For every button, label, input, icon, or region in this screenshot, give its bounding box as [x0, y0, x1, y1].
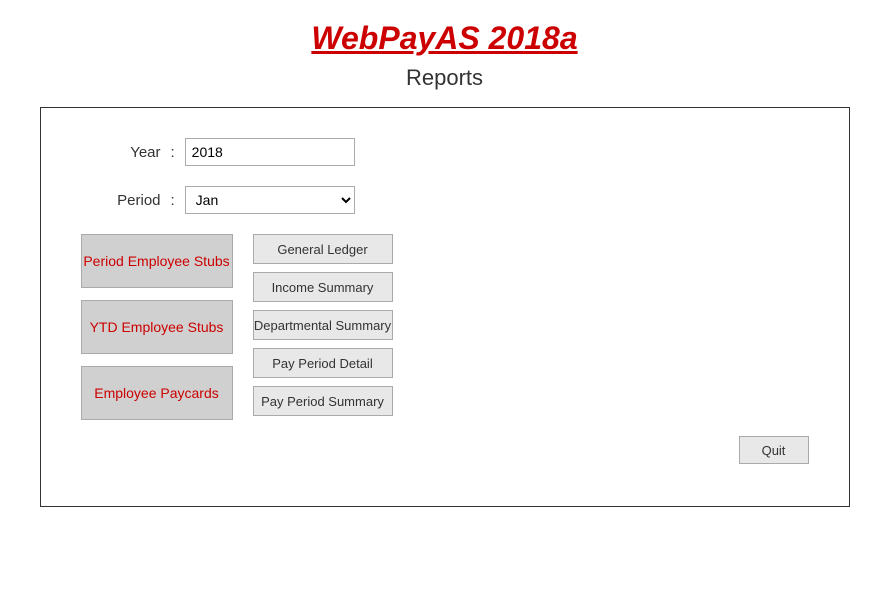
ytd-employee-stubs-button[interactable]: YTD Employee Stubs: [81, 300, 233, 354]
main-container: Year : Period : Jan Feb Mar Apr May Jun …: [40, 107, 850, 507]
general-ledger-button[interactable]: General Ledger: [253, 234, 393, 264]
period-colon: :: [171, 192, 175, 209]
quit-row: Quit: [253, 436, 809, 464]
app-title: WebPayAS 2018a: [311, 20, 577, 57]
period-row: Period : Jan Feb Mar Apr May Jun Jul Aug…: [81, 186, 809, 214]
quit-button[interactable]: Quit: [739, 436, 809, 464]
page-subtitle: Reports: [311, 65, 577, 91]
content-row: Period Employee Stubs YTD Employee Stubs…: [81, 234, 809, 464]
period-employee-stubs-button[interactable]: Period Employee Stubs: [81, 234, 233, 288]
income-summary-button[interactable]: Income Summary: [253, 272, 393, 302]
left-buttons: Period Employee Stubs YTD Employee Stubs…: [81, 234, 233, 420]
pay-period-detail-button[interactable]: Pay Period Detail: [253, 348, 393, 378]
year-row: Year :: [81, 138, 809, 166]
year-input[interactable]: [185, 138, 355, 166]
right-buttons: General Ledger Income Summary Department…: [253, 234, 809, 416]
pay-period-summary-button[interactable]: Pay Period Summary: [253, 386, 393, 416]
employee-paycards-button[interactable]: Employee Paycards: [81, 366, 233, 420]
period-label: Period: [81, 192, 161, 209]
departmental-summary-button[interactable]: Departmental Summary: [253, 310, 393, 340]
year-label: Year: [81, 144, 161, 161]
year-colon: :: [171, 144, 175, 161]
period-select[interactable]: Jan Feb Mar Apr May Jun Jul Aug Sep Oct …: [185, 186, 355, 214]
